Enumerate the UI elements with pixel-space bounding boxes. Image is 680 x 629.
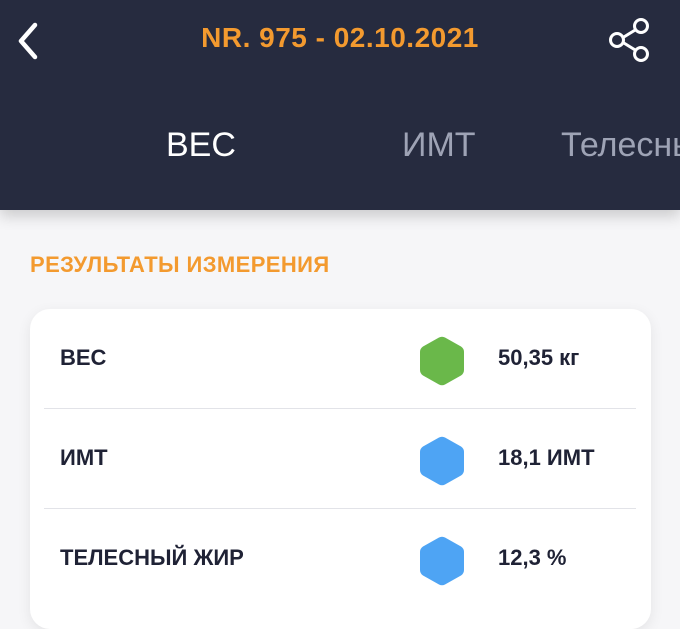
result-label: ТЕЛЕСНЫЙ ЖИР (60, 545, 244, 570)
result-label: ВЕС (60, 345, 107, 370)
app-header: NR. 975 - 02.10.2021 ВЕС ИМТ Телесный жи… (0, 0, 680, 210)
page-title: NR. 975 - 02.10.2021 (201, 22, 479, 53)
result-value: 50,35 кг (498, 345, 580, 370)
result-row-body-fat[interactable]: ТЕЛЕСНЫЙ ЖИР 12,3 % (30, 509, 651, 609)
result-value: 18,1 ИМТ (498, 445, 595, 470)
hexagon-icon (420, 536, 464, 586)
hexagon-icon (420, 336, 464, 386)
result-row-bmi[interactable]: ИМТ 18,1 ИМТ (30, 409, 651, 509)
section-title: РЕЗУЛЬТАТЫ ИЗМЕРЕНИЯ (30, 252, 330, 277)
share-icon (609, 18, 649, 62)
hexagon-icon (420, 436, 464, 486)
result-row-weight[interactable]: ВЕС 50,35 кг (30, 309, 651, 409)
tab-bmi[interactable]: ИМТ (402, 126, 476, 165)
tab-body-fat[interactable]: Телесный жир (561, 126, 680, 165)
tab-weight[interactable]: ВЕС (166, 126, 236, 165)
results-card: ВЕС 50,35 кг ИМТ 18,1 ИМТ ТЕЛЕСНЫЙ ЖИР 1… (30, 309, 651, 629)
result-value: 12,3 % (498, 545, 567, 570)
result-label: ИМТ (60, 445, 108, 470)
share-button[interactable] (604, 16, 654, 64)
